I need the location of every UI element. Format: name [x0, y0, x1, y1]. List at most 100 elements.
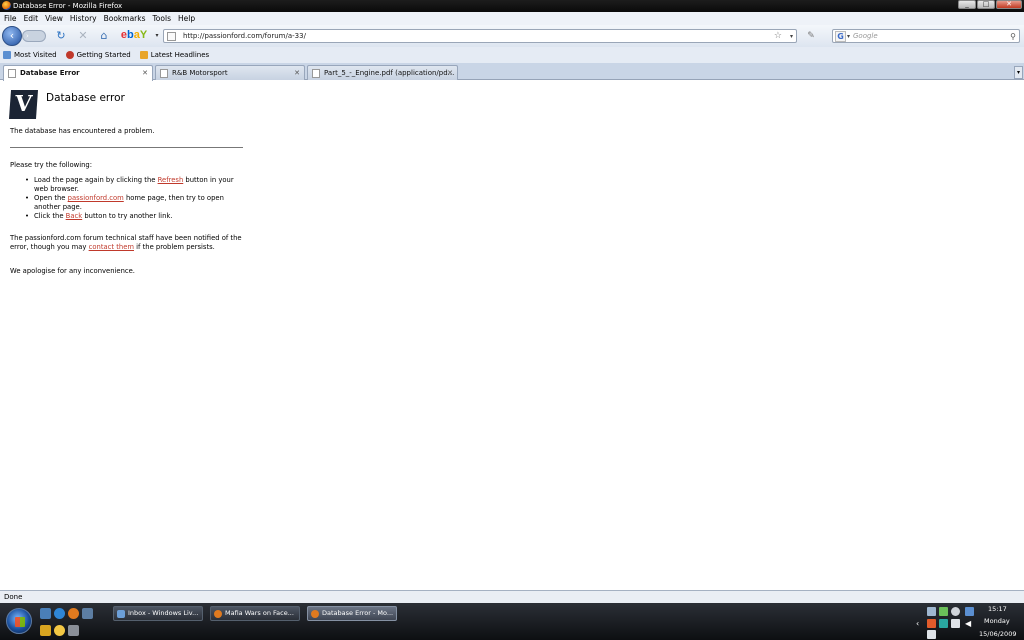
search-engine-dropdown-icon[interactable]: ▾	[847, 30, 850, 43]
tab-engine-pdf[interactable]: Part_5_-_Engine.pdf (application/pd... ✕	[307, 65, 458, 80]
home-page-link[interactable]: passionford.com	[68, 194, 124, 202]
start-button[interactable]	[6, 608, 32, 634]
refresh-link[interactable]: Refresh	[158, 176, 184, 184]
menu-tools[interactable]: Tools	[153, 12, 171, 25]
tab-list-button[interactable]: ▾	[1014, 66, 1023, 79]
menu-bookmarks[interactable]: Bookmarks	[104, 12, 146, 25]
clock-date[interactable]: 15/06/2009	[979, 630, 1016, 638]
messenger-icon[interactable]	[54, 625, 65, 636]
step-text: Click the	[34, 212, 66, 220]
menu-view[interactable]: View	[45, 12, 63, 25]
tab-close-icon[interactable]: ✕	[142, 66, 148, 80]
computer-icon[interactable]	[965, 607, 974, 616]
mail-icon	[117, 610, 125, 618]
media-player-icon[interactable]	[40, 625, 51, 636]
bookmark-label: Getting Started	[76, 51, 131, 59]
tab-label: R&B Motorsport	[172, 69, 228, 77]
firefox-icon[interactable]	[68, 608, 79, 619]
update-icon[interactable]	[951, 607, 960, 616]
tab-rb-motorsport[interactable]: R&B Motorsport ✕	[155, 65, 305, 80]
messenger-status-icon[interactable]	[939, 607, 948, 616]
bookmark-star-icon[interactable]: ☆	[774, 30, 782, 43]
ebay-letter-y: Y	[139, 29, 148, 41]
forward-button[interactable]: ›	[22, 30, 46, 42]
url-bar[interactable]: http://passionford.com/forum/a-33/ ☆ ▾	[163, 29, 797, 43]
close-button[interactable]: ✕	[996, 0, 1022, 9]
menu-edit[interactable]: Edit	[24, 12, 39, 25]
url-text[interactable]: http://passionford.com/forum/a-33/	[183, 30, 306, 43]
show-desktop-icon[interactable]	[40, 608, 51, 619]
google-icon[interactable]: G	[835, 31, 846, 42]
back-link[interactable]: Back	[66, 212, 83, 220]
ebay-icon[interactable]: ebaY	[120, 28, 148, 42]
clock-time[interactable]: 15:17	[988, 605, 1007, 613]
instructions-heading: Please try the following:	[10, 161, 93, 169]
ebay-letter-b: b	[126, 29, 134, 41]
task-label: Mafia Wars on Face...	[225, 609, 294, 617]
window-title: Database Error - Mozilla Firefox	[13, 2, 123, 10]
firefox-icon	[214, 610, 222, 618]
tab-database-error[interactable]: Database Error ✕	[3, 65, 153, 81]
notification-icon[interactable]	[927, 619, 936, 628]
app-icon[interactable]	[939, 619, 948, 628]
page-icon	[160, 69, 168, 78]
tray-expand-icon[interactable]: ‹	[916, 619, 925, 628]
step-text: Load the page again by clicking the	[34, 176, 158, 184]
bookmark-getting-started[interactable]: Getting Started	[65, 47, 131, 63]
menu-file[interactable]: File	[4, 12, 17, 25]
vbulletin-logo: V	[8, 90, 39, 119]
list-item: Click the Back button to try another lin…	[25, 212, 246, 221]
menu-help[interactable]: Help	[178, 12, 195, 25]
title-bar: Database Error - Mozilla Firefox _ □ ✕	[0, 0, 1024, 12]
utility-icon[interactable]	[68, 625, 79, 636]
error-message: The database has encountered a problem.	[10, 127, 155, 135]
taskbar-item-inbox[interactable]: Inbox - Windows Liv...	[113, 606, 203, 621]
tab-close-icon[interactable]: ✕	[447, 66, 453, 80]
contact-link[interactable]: contact them	[89, 243, 134, 251]
bookmark-latest-headlines[interactable]: Latest Headlines	[139, 47, 210, 63]
page-content: V Database error The database has encoun…	[0, 81, 1024, 590]
tab-close-icon[interactable]: ✕	[294, 66, 300, 80]
keyboard-icon[interactable]	[951, 619, 960, 628]
rss-icon	[139, 51, 148, 59]
home-icon[interactable]: ⌂	[97, 29, 111, 43]
switch-windows-icon[interactable]	[82, 608, 93, 619]
reload-icon[interactable]: ↻	[54, 29, 68, 43]
tab-bar: Database Error ✕ R&B Motorsport ✕ Part_5…	[0, 63, 1024, 81]
bookmark-label: Latest Headlines	[150, 51, 210, 59]
bookmark-most-visited[interactable]: Most Visited	[3, 47, 57, 63]
search-bar[interactable]: G ▾ Google ⚲	[832, 29, 1020, 43]
back-button[interactable]: ‹	[2, 26, 22, 46]
page-icon	[312, 69, 320, 78]
navigation-toolbar: ‹ › ↻ ✕ ⌂ ebaY ▾ http://passionford.com/…	[0, 25, 1024, 47]
clock-day[interactable]: Monday	[984, 617, 1010, 625]
page-icon	[8, 69, 16, 78]
safely-remove-icon[interactable]	[927, 630, 936, 639]
divider	[10, 147, 243, 148]
dropdown-arrow-icon[interactable]: ▾	[150, 29, 164, 43]
bookmarks-toolbar: Most Visited Getting Started Latest Head…	[0, 47, 1024, 63]
tab-label: Part_5_-_Engine.pdf (application/pd...	[324, 69, 455, 77]
page-title: Database error	[46, 92, 125, 104]
steps-list: Load the page again by clicking the Refr…	[25, 176, 246, 221]
taskbar-item-database-error[interactable]: Database Error - Mo...	[307, 606, 397, 621]
search-input[interactable]: Google	[853, 30, 878, 43]
addon-icon[interactable]: ✎	[804, 29, 818, 43]
maximize-button[interactable]: □	[977, 0, 995, 9]
list-item: Load the page again by clicking the Refr…	[25, 176, 246, 194]
stop-icon[interactable]: ✕	[76, 29, 90, 43]
status-bar: Done	[0, 590, 1024, 603]
staff-notified-message: The passionford.com forum technical staf…	[10, 234, 250, 252]
apology-message: We apologise for any inconvenience.	[10, 267, 135, 275]
page-icon	[167, 32, 176, 41]
taskbar-item-mafia-wars[interactable]: Mafia Wars on Face...	[210, 606, 300, 621]
search-icon[interactable]: ⚲	[1010, 30, 1016, 43]
minimize-button[interactable]: _	[958, 0, 976, 9]
step-text: Open the	[34, 194, 68, 202]
volume-icon[interactable]: ◀	[965, 619, 974, 628]
firefox-icon	[2, 1, 11, 10]
network-icon[interactable]	[927, 607, 936, 616]
url-dropdown-icon[interactable]: ▾	[790, 30, 793, 43]
menu-history[interactable]: History	[70, 12, 97, 25]
internet-explorer-icon[interactable]	[54, 608, 65, 619]
